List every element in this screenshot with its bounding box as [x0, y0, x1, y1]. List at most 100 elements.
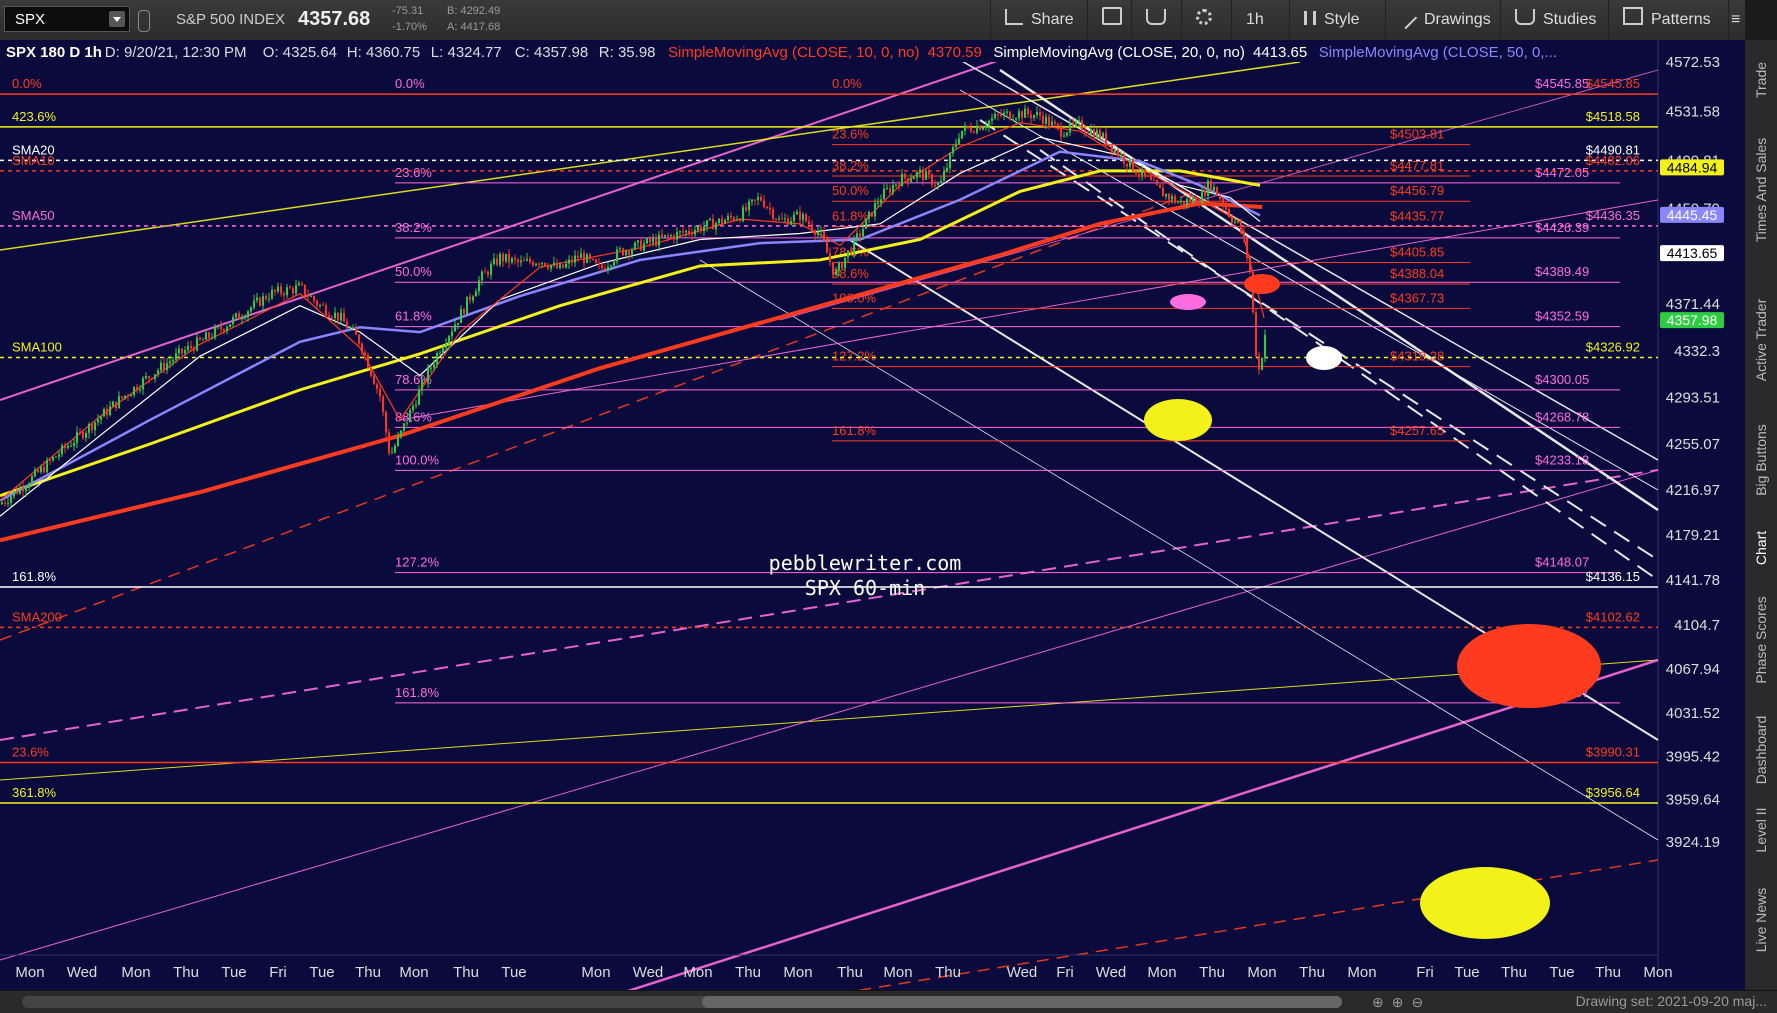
- candle-body: [802, 214, 804, 221]
- candle-body: [1057, 123, 1059, 127]
- candle-body: [1009, 111, 1011, 120]
- symbol-selector[interactable]: SPX: [4, 6, 130, 32]
- price-tag-label: 4445.45: [1667, 207, 1718, 223]
- sidebar-tab-live-news[interactable]: Live News: [1745, 888, 1777, 953]
- candle-body: [805, 214, 807, 222]
- studies-lab-button[interactable]: [1131, 0, 1181, 40]
- price-chart[interactable]: 0.0% 23.6% $4472.05 38.2% $4426.39 50.0% $4389…: [0, 40, 1745, 990]
- x-tick-label: Tue: [1549, 964, 1574, 981]
- candle-body: [1021, 111, 1023, 118]
- candle-body: [871, 211, 873, 217]
- candle-body: [622, 248, 624, 256]
- candle-body: [1006, 111, 1008, 113]
- candle-body: [1108, 145, 1110, 147]
- candle-body: [154, 374, 156, 380]
- candle-body: [631, 249, 633, 255]
- crosshair-icon[interactable]: ⊕: [1372, 994, 1392, 1010]
- candle-body: [1099, 130, 1101, 138]
- settings-button[interactable]: [1181, 0, 1231, 40]
- highlight-ellipse: [1306, 346, 1342, 370]
- share-button[interactable]: Share: [990, 0, 1088, 40]
- candle-body: [457, 322, 459, 325]
- candle-body: [433, 364, 435, 368]
- sidebar-tab-dashboard[interactable]: Dashboard: [1745, 716, 1777, 785]
- bid-price: B: 4292.49: [447, 5, 501, 17]
- candle-body: [19, 487, 21, 494]
- candle-body: [913, 177, 915, 180]
- snapshot-button[interactable]: [1087, 0, 1131, 40]
- sidebar-tab-chart[interactable]: Chart: [1745, 531, 1777, 565]
- candle-body: [1216, 186, 1218, 196]
- fib-level-label: 50.0%: [832, 183, 869, 198]
- candle-body: [1228, 209, 1230, 217]
- candle-body: [106, 408, 108, 416]
- level-value: $4482.06: [1586, 153, 1640, 168]
- x-tick-label: Thu: [837, 964, 863, 981]
- candle-body: [475, 291, 477, 297]
- candle-body: [286, 287, 288, 296]
- menu-button[interactable]: ≡: [1728, 0, 1745, 40]
- candle-body: [982, 127, 984, 130]
- candle-body: [1138, 173, 1140, 176]
- candle-body: [595, 259, 597, 264]
- candle-body: [634, 242, 636, 250]
- sidebar-tab-big-buttons[interactable]: Big Buttons: [1745, 424, 1777, 496]
- sidebar-tab-trade[interactable]: Trade: [1745, 62, 1777, 98]
- candle-body: [778, 218, 780, 220]
- scrollbar-thumb[interactable]: [702, 996, 1342, 1008]
- highlight-ellipse: [1244, 274, 1280, 294]
- candle-body: [1195, 197, 1197, 204]
- candle-body: [169, 361, 171, 364]
- candle-body: [586, 254, 588, 263]
- candle-body: [1096, 130, 1098, 138]
- drawings-button[interactable]: Drawings: [1385, 0, 1505, 40]
- studies-button[interactable]: Studies: [1500, 0, 1610, 40]
- patterns-button[interactable]: Patterns: [1608, 0, 1725, 40]
- right-sidebar: Trade Times And Sales Active Trader Big But…: [1744, 40, 1777, 990]
- level-label: SMA200: [12, 609, 62, 624]
- x-tick-label: Fri: [269, 964, 287, 981]
- candle-body: [733, 217, 735, 221]
- patterns-icon: [1623, 7, 1643, 25]
- candle-body: [112, 401, 114, 407]
- link-icon[interactable]: [138, 10, 150, 32]
- candle-body: [895, 184, 897, 186]
- sidebar-tab-phase-scores[interactable]: Phase Scores: [1745, 596, 1777, 683]
- candle-body: [346, 321, 348, 329]
- style-button[interactable]: Style: [1289, 0, 1374, 40]
- candle-body: [826, 241, 828, 254]
- candle-body: [1192, 197, 1194, 203]
- sidebar-tab-active-trader[interactable]: Active Trader: [1745, 299, 1777, 381]
- candle-body: [958, 138, 960, 144]
- aggregation-button[interactable]: 1h: [1231, 0, 1289, 40]
- candle-body: [1081, 120, 1083, 130]
- flask-icon: [1515, 9, 1535, 25]
- zoom-out-icon[interactable]: ⊖: [1411, 994, 1431, 1010]
- chevron-down-icon[interactable]: [109, 11, 125, 27]
- candle-body: [808, 221, 810, 225]
- sidebar-tab-level-ii[interactable]: Level II: [1745, 807, 1777, 852]
- candle-body: [904, 173, 906, 179]
- sidebar-tab-times-and-sales[interactable]: Times And Sales: [1745, 138, 1777, 243]
- candle-body: [946, 167, 948, 172]
- chart-area[interactable]: 0.0% 23.6% $4472.05 38.2% $4426.39 50.0% $4389…: [0, 40, 1745, 990]
- fib-level-value: $4503.81: [1390, 127, 1444, 142]
- candle-body: [1132, 158, 1134, 171]
- candle-body: [334, 312, 336, 318]
- x-tick-label: Mon: [783, 964, 812, 981]
- candle-body: [658, 234, 660, 246]
- price-tag-label: 4357.98: [1667, 312, 1718, 328]
- candle-body: [139, 389, 141, 391]
- candle-body: [451, 331, 453, 337]
- candle-body: [952, 146, 954, 154]
- horizontal-scrollbar[interactable]: [22, 996, 1342, 1008]
- candle-body: [601, 264, 603, 269]
- candle-body: [619, 248, 621, 250]
- candle-body: [850, 250, 852, 254]
- zoom-controls[interactable]: ⊕⊕⊖: [1372, 994, 1431, 1011]
- candle-body: [160, 362, 162, 371]
- x-tick-label: Tue: [501, 964, 526, 981]
- candle-body: [7, 502, 9, 504]
- zoom-in-icon[interactable]: ⊕: [1392, 994, 1412, 1010]
- candle-body: [592, 258, 594, 260]
